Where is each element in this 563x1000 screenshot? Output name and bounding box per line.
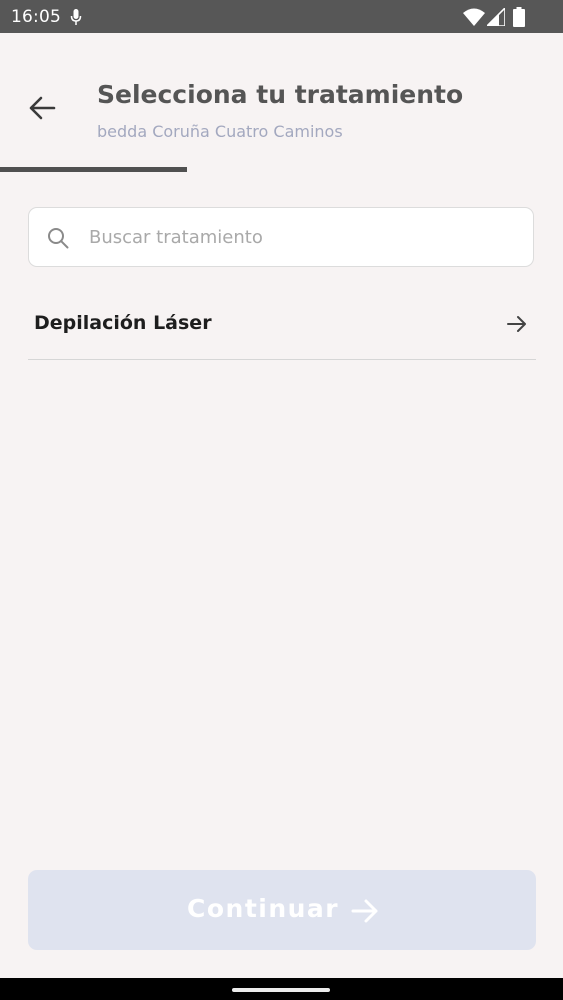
search-icon [48,228,69,249]
progress-bar [0,167,563,172]
search-box[interactable] [28,207,534,267]
status-bar: 16:05 [0,0,563,33]
search-input[interactable] [89,218,519,256]
continue-label: Continuar [187,894,340,923]
signal-icon [487,8,505,26]
page-title: Selecciona tu tratamiento [97,80,464,109]
home-indicator[interactable] [232,988,330,992]
page-subtitle: bedda Coruña Cuatro Caminos [97,122,343,141]
continue-button[interactable]: Continuar [28,870,536,950]
navigation-bar [0,978,563,1000]
arrow-right-icon [351,899,378,923]
treatment-item-depilacion-laser[interactable]: Depilación Láser [28,290,536,360]
arrow-right-icon [507,316,526,332]
battery-icon [513,7,525,27]
arrow-left-icon [29,96,56,120]
progress-fill [0,167,188,172]
mic-icon [70,9,82,25]
back-button[interactable] [22,88,62,128]
treatment-label: Depilación Láser [34,312,212,334]
wifi-icon [463,8,485,26]
status-time: 16:05 [11,7,61,27]
